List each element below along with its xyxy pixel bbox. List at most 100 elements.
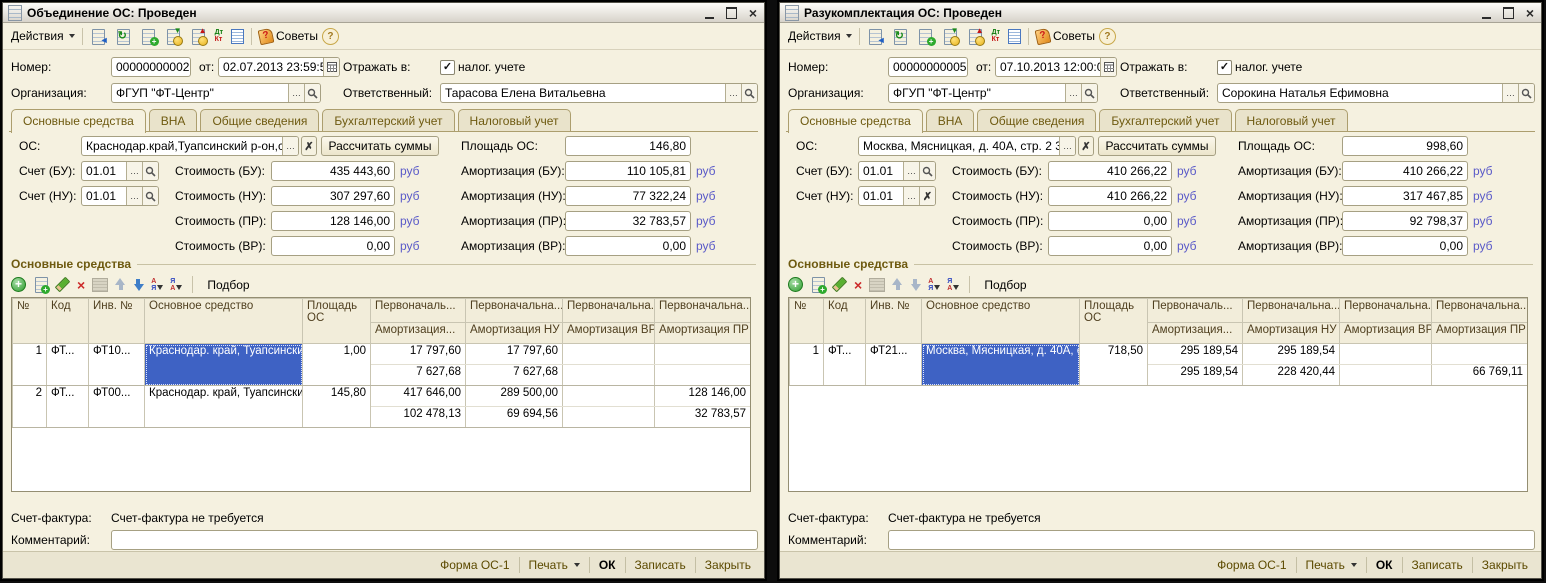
form-os1-button[interactable]: Форма ОС-1 [1208,558,1295,572]
close-form-button[interactable]: Закрыть [696,558,760,572]
refresh-button[interactable]: ↻ [111,26,136,47]
col-amort-pr[interactable]: Амортизация ПР [655,323,751,344]
col-initial-pr[interactable]: Первоначальна... [1432,299,1528,323]
tax-checkbox[interactable]: ✓ [1217,60,1232,75]
close-form-button[interactable]: Закрыть [1473,558,1537,572]
cost-bu-field[interactable]: 435 443,60 [271,161,395,181]
unpost-button[interactable]: ▲ [963,26,988,47]
write-document-button[interactable]: ◄ [863,26,888,47]
form-os1-button[interactable]: Форма ОС-1 [431,558,518,572]
clear-icon[interactable]: ✗ [301,136,317,156]
titlebar[interactable]: Разукомплектация ОС: Проведен × [780,3,1541,23]
tab-vna[interactable]: ВНА [149,109,198,132]
col-amort-nu[interactable]: Амортизация НУ [466,323,563,344]
comment-field[interactable] [111,530,758,550]
delete-row-icon[interactable]: × [854,278,862,292]
tab-tax[interactable]: Налоговый учет [1235,109,1348,132]
search-icon[interactable] [1081,84,1097,102]
clear-icon[interactable]: ✗ [919,187,935,205]
tips-button[interactable]: ? Советы [1032,26,1099,47]
row-asset[interactable]: Краснодар. край, Туапсинский р-он, с.Бжи… [145,386,303,428]
move-up-icon[interactable] [892,278,903,291]
organization-field[interactable]: ФГУП "ФТ-Центр" … [888,83,1098,103]
calculate-sums-button[interactable]: Рассчитать суммы [1098,136,1216,156]
sort-desc-icon[interactable]: ЯА [170,278,182,292]
col-initial-vr[interactable]: Первоначальна... [563,299,655,323]
amort-bu-field[interactable]: 110 105,81 [565,161,691,181]
post-button[interactable]: ▼ [938,26,963,47]
ok-button[interactable]: ОК [1367,558,1402,572]
close-button[interactable]: × [747,7,759,19]
journal-button[interactable] [1004,26,1025,47]
col-inv[interactable]: Инв. № [866,299,922,344]
write-document-button[interactable]: ◄ [86,26,111,47]
cost-nu-field[interactable]: 307 297,60 [271,186,395,206]
col-initial-nu[interactable]: Первоначальна... [466,299,563,323]
cost-pr-field[interactable]: 0,00 [1048,211,1172,231]
ellipsis-button[interactable]: … [288,84,304,102]
amort-nu-field[interactable]: 77 322,24 [565,186,691,206]
ellipsis-button[interactable]: … [1059,137,1075,155]
edit-row-icon[interactable] [832,277,848,293]
sort-asc-icon[interactable]: АЯ [151,278,163,292]
account-nu-field[interactable]: 01.01 … ✗ [858,186,936,206]
os-field[interactable]: Москва, Мясницкая, д. 40А, стр. 2 3 … [858,136,1076,156]
tab-fixed-assets[interactable]: Основные средства [11,109,146,133]
edit-row-icon[interactable] [55,277,71,293]
col-initial-nu[interactable]: Первоначальна... [1243,299,1340,323]
sort-asc-icon[interactable]: АЯ [928,278,940,292]
col-amort-pr[interactable]: Амортизация ПР [1432,323,1528,344]
add-row-icon[interactable]: + [11,277,26,292]
col-amort-bu[interactable]: Амортизация... [1148,323,1243,344]
unpost-button[interactable]: ▲ [186,26,211,47]
comment-field[interactable] [888,530,1535,550]
col-initial-pr[interactable]: Первоначальна... [655,299,751,323]
search-icon[interactable] [142,162,158,180]
dt-kt-button[interactable]: ДтКт [211,26,227,47]
delete-row-icon[interactable]: × [77,278,85,292]
titlebar[interactable]: Объединение ОС: Проведен × [3,3,764,23]
end-edit-icon[interactable] [869,278,885,292]
save-button[interactable]: Записать [1403,558,1472,572]
number-field[interactable]: 00000000002 [111,57,191,77]
move-down-icon[interactable] [133,278,144,291]
copy-button[interactable]: + [136,26,161,47]
copy-row-icon[interactable]: + [810,276,825,293]
minimize-button[interactable] [1480,7,1492,19]
os-field[interactable]: Краснодар.край,Туапсинский р-он,с … [81,136,299,156]
cost-pr-field[interactable]: 128 146,00 [271,211,395,231]
end-edit-icon[interactable] [92,278,108,292]
amort-pr-field[interactable]: 92 798,37 [1342,211,1468,231]
organization-field[interactable]: ФГУП "ФТ-Центр" … [111,83,321,103]
minimize-button[interactable] [703,7,715,19]
actions-menu-button[interactable]: Действия [7,26,79,47]
col-initial-bu[interactable]: Первоначаль... [1148,299,1243,323]
ellipsis-button[interactable]: … [282,137,298,155]
journal-button[interactable] [227,26,248,47]
amort-vr-field[interactable]: 0,00 [1342,236,1468,256]
print-button[interactable]: Печать [520,558,589,572]
copy-button[interactable]: + [913,26,938,47]
account-nu-field[interactable]: 01.01 … [81,186,159,206]
col-num[interactable]: № [790,299,824,344]
save-button[interactable]: Записать [626,558,695,572]
tab-vna[interactable]: ВНА [926,109,975,132]
ellipsis-button[interactable]: … [725,84,741,102]
col-amort-vr[interactable]: Амортизация ВР [563,323,655,344]
copy-row-icon[interactable]: + [33,276,48,293]
col-code[interactable]: Код [824,299,866,344]
col-amort-vr[interactable]: Амортизация ВР [1340,323,1432,344]
col-initial-bu[interactable]: Первоначаль... [371,299,466,323]
account-bu-field[interactable]: 01.01 … [858,161,936,181]
amort-vr-field[interactable]: 0,00 [565,236,691,256]
ellipsis-button[interactable]: … [903,187,919,205]
date-field[interactable]: 02.07.2013 23:59:59 [218,57,340,77]
cost-nu-field[interactable]: 410 266,22 [1048,186,1172,206]
add-row-icon[interactable]: + [788,277,803,292]
tab-general[interactable]: Общие сведения [977,109,1096,132]
cost-vr-field[interactable]: 0,00 [271,236,395,256]
col-code[interactable]: Код [47,299,89,344]
post-button[interactable]: ▼ [161,26,186,47]
responsible-field[interactable]: Сорокина Наталья Ефимовна … [1217,83,1535,103]
row-asset-selected[interactable]: Москва, Мясницкая, д. 40А, стр. 2 Здание… [922,344,1080,386]
